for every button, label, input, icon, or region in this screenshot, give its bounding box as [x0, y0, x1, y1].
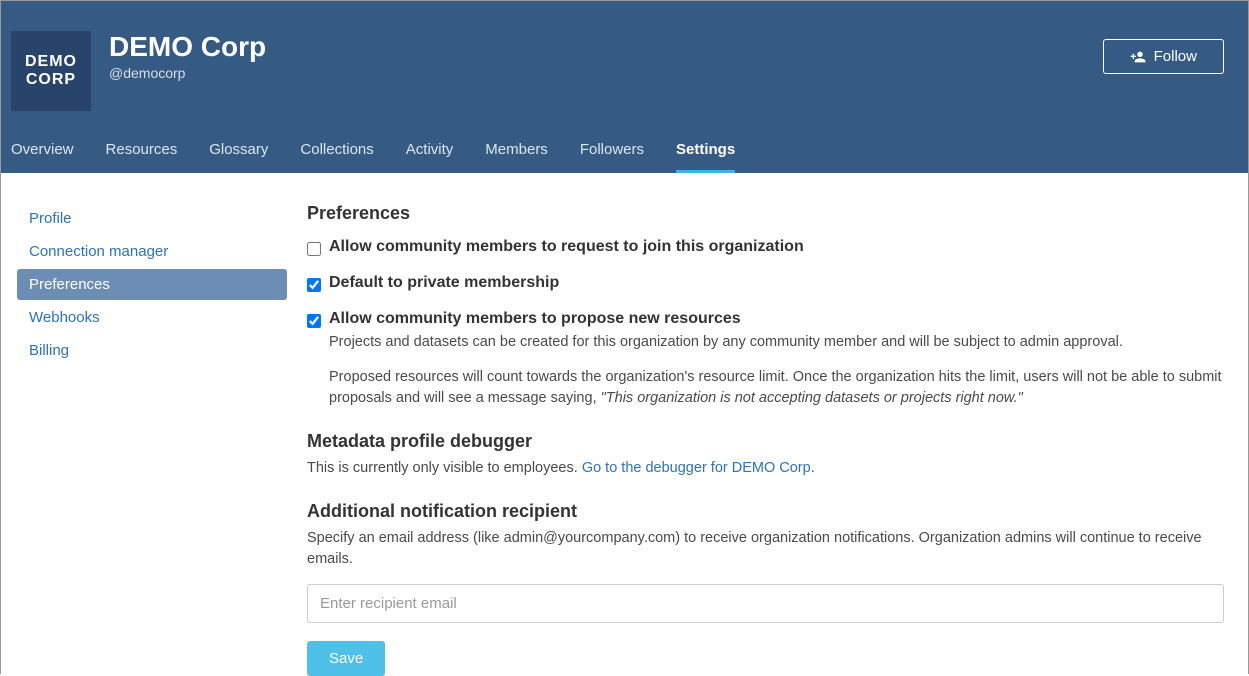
pref-allow-join-label: Allow community members to request to jo… [329, 238, 804, 256]
pref-private-membership-label: Default to private membership [329, 274, 559, 292]
notification-heading: Additional notification recipient [307, 501, 1224, 522]
follow-person-plus-icon [1130, 49, 1146, 65]
org-header: DEMO CORP DEMO Corp @democorp Follow Ove… [1, 1, 1248, 173]
pref-propose-desc1: Projects and datasets can be created for… [329, 332, 1224, 353]
tab-glossary[interactable]: Glossary [209, 141, 268, 173]
follow-label: Follow [1154, 48, 1197, 65]
org-logo: DEMO CORP [11, 31, 91, 111]
sidebar-item-webhooks[interactable]: Webhooks [17, 302, 287, 333]
org-title: DEMO Corp [109, 31, 1103, 63]
follow-button[interactable]: Follow [1103, 39, 1224, 74]
tab-followers[interactable]: Followers [580, 141, 644, 173]
notification-desc: Specify an email address (like admin@you… [307, 528, 1224, 570]
debugger-text-a: This is currently only visible to employ… [307, 460, 582, 476]
org-logo-text: DEMO CORP [11, 53, 91, 88]
pref-propose-resources-label: Allow community members to propose new r… [329, 310, 741, 328]
sidebar-item-billing[interactable]: Billing [17, 335, 287, 366]
tab-overview[interactable]: Overview [11, 141, 74, 173]
settings-sidebar: Profile Connection manager Preferences W… [17, 203, 287, 676]
debugger-heading: Metadata profile debugger [307, 431, 1224, 452]
org-handle: @democorp [109, 65, 1103, 81]
pref-propose-desc2: Proposed resources will count towards th… [329, 367, 1224, 409]
debugger-text-b: . [811, 460, 815, 476]
tab-resources[interactable]: Resources [106, 141, 178, 173]
tab-collections[interactable]: Collections [300, 141, 373, 173]
tab-settings[interactable]: Settings [676, 141, 735, 173]
sidebar-item-profile[interactable]: Profile [17, 203, 287, 234]
pref-propose-desc2-quote: "This organization is not accepting data… [601, 390, 1023, 406]
tab-members[interactable]: Members [485, 141, 548, 173]
settings-content: Preferences Allow community members to r… [307, 203, 1238, 676]
preferences-heading: Preferences [307, 203, 1224, 224]
tab-activity[interactable]: Activity [406, 141, 454, 173]
notification-email-input[interactable] [307, 584, 1224, 623]
nav-tabs: Overview Resources Glossary Collections … [11, 141, 1238, 173]
sidebar-item-connection-manager[interactable]: Connection manager [17, 236, 287, 267]
pref-allow-join-checkbox[interactable] [307, 242, 321, 256]
debugger-link[interactable]: Go to the debugger for DEMO Corp [582, 460, 811, 476]
save-button[interactable]: Save [307, 641, 385, 676]
sidebar-item-preferences[interactable]: Preferences [17, 269, 287, 300]
pref-propose-resources[interactable]: Allow community members to propose new r… [307, 310, 1224, 328]
debugger-text: This is currently only visible to employ… [307, 458, 1224, 479]
pref-private-membership[interactable]: Default to private membership [307, 274, 1224, 292]
pref-private-membership-checkbox[interactable] [307, 278, 321, 292]
pref-allow-join[interactable]: Allow community members to request to jo… [307, 238, 1224, 256]
pref-propose-resources-checkbox[interactable] [307, 314, 321, 328]
